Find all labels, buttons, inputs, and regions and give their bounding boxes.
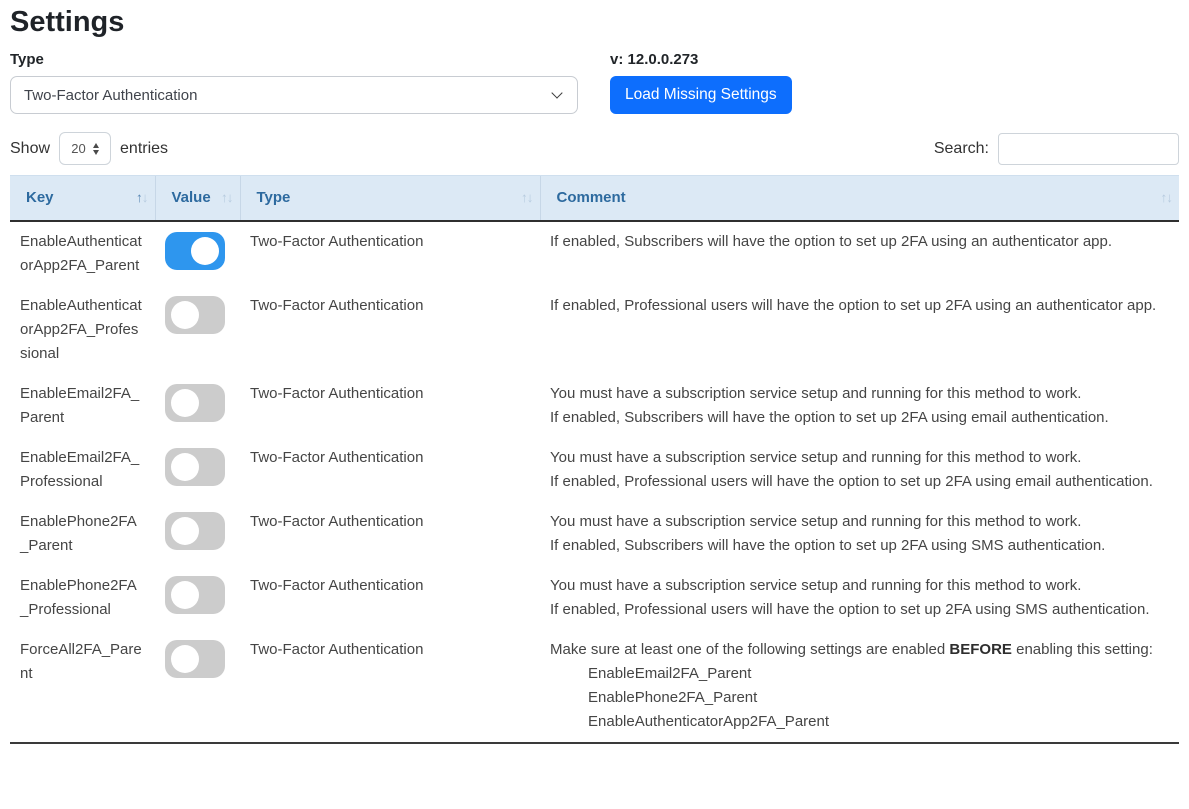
key-cell: EnableAuthenticatorApp2FA_Professional (10, 286, 155, 374)
settings-table-body: EnableAuthenticatorApp2FA_Parent Two-Fact… (10, 221, 1179, 743)
table-header-row: Key ↑↓ Value ↑↓ Type ↑↓ Comment ↑↓ (10, 176, 1179, 222)
sort-icon: ↑↓ (221, 187, 233, 209)
column-header-key[interactable]: Key ↑↓ (10, 176, 155, 222)
type-cell: Two-Factor Authentication (240, 286, 540, 374)
comment-line: You must have a subscription service set… (550, 510, 1169, 534)
value-cell (155, 286, 240, 374)
comment-cell: Make sure at least one of the following … (540, 630, 1179, 743)
column-header-comment[interactable]: Comment ↑↓ (540, 176, 1179, 222)
table-row: EnablePhone2FA_Parent Two-Factor Authenti… (10, 502, 1179, 566)
comment-line: Make sure at least one of the following … (550, 638, 1169, 662)
value-toggle[interactable] (165, 448, 225, 486)
entries-label: entries (120, 140, 168, 158)
key-cell: EnableEmail2FA_Professional (10, 438, 155, 502)
comment-line: If enabled, Professional users will have… (550, 294, 1169, 318)
filter-section: Type Two-Factor Authentication v: 12.0.0… (10, 50, 1179, 114)
key-cell: EnablePhone2FA_Professional (10, 566, 155, 630)
key-cell: ForceAll2FA_Parent (10, 630, 155, 743)
settings-table: Key ↑↓ Value ↑↓ Type ↑↓ Comment ↑↓ Enabl… (10, 175, 1179, 744)
comment-cell: If enabled, Subscribers will have the op… (540, 221, 1179, 286)
load-missing-settings-button[interactable]: Load Missing Settings (610, 76, 792, 114)
type-label: Type (10, 50, 578, 70)
comment-cell: You must have a subscription service set… (540, 438, 1179, 502)
toggle-knob-icon (171, 517, 199, 545)
type-cell: Two-Factor Authentication (240, 630, 540, 743)
stepper-down-icon (93, 150, 99, 155)
toggle-knob-icon (171, 645, 199, 673)
table-row: EnablePhone2FA_Professional Two-Factor Au… (10, 566, 1179, 630)
stepper-up-icon (93, 143, 99, 148)
value-toggle[interactable] (165, 296, 225, 334)
value-cell (155, 630, 240, 743)
settings-page: Settings Type Two-Factor Authentication … (0, 0, 1189, 744)
sort-icon: ↑↓ (136, 187, 148, 209)
entries-select[interactable]: 20 (59, 132, 111, 165)
key-cell: EnableEmail2FA_Parent (10, 374, 155, 438)
type-cell: Two-Factor Authentication (240, 438, 540, 502)
version-block: v: 12.0.0.273 Load Missing Settings (610, 50, 792, 114)
toggle-knob-icon (171, 301, 199, 329)
comment-cell: If enabled, Professional users will have… (540, 286, 1179, 374)
value-toggle[interactable] (165, 576, 225, 614)
stepper-icon (93, 143, 99, 155)
table-row: EnableEmail2FA_Professional Two-Factor Au… (10, 438, 1179, 502)
table-row: EnableAuthenticatorApp2FA_Professional Tw… (10, 286, 1179, 374)
comment-cell: You must have a subscription service set… (540, 566, 1179, 630)
toggle-knob-icon (171, 389, 199, 417)
value-toggle[interactable] (165, 384, 225, 422)
comment-cell: You must have a subscription service set… (540, 374, 1179, 438)
search-group: Search: (934, 133, 1179, 165)
value-cell (155, 566, 240, 630)
key-cell: EnablePhone2FA_Parent (10, 502, 155, 566)
table-row: EnableEmail2FA_Parent Two-Factor Authenti… (10, 374, 1179, 438)
value-toggle[interactable] (165, 640, 225, 678)
search-input[interactable] (998, 133, 1179, 165)
comment-line: EnableEmail2FA_Parent (550, 662, 1169, 686)
table-row: EnableAuthenticatorApp2FA_Parent Two-Fact… (10, 221, 1179, 286)
type-cell: Two-Factor Authentication (240, 502, 540, 566)
comment-line: If enabled, Professional users will have… (550, 470, 1169, 494)
column-header-value[interactable]: Value ↑↓ (155, 176, 240, 222)
sort-icon: ↑↓ (521, 187, 533, 209)
column-header-type[interactable]: Type ↑↓ (240, 176, 540, 222)
page-title: Settings (10, 4, 1179, 40)
search-label: Search: (934, 140, 989, 158)
comment-line: If enabled, Subscribers will have the op… (550, 534, 1169, 558)
comment-line: If enabled, Subscribers will have the op… (550, 230, 1169, 254)
value-toggle[interactable] (165, 232, 225, 270)
type-cell: Two-Factor Authentication (240, 566, 540, 630)
version-text: v: 12.0.0.273 (610, 50, 792, 70)
type-select[interactable]: Two-Factor Authentication (10, 76, 578, 114)
value-toggle[interactable] (165, 512, 225, 550)
type-select-value: Two-Factor Authentication (24, 87, 197, 104)
type-filter-block: Type Two-Factor Authentication (10, 50, 578, 114)
value-cell (155, 502, 240, 566)
comment-line: You must have a subscription service set… (550, 382, 1169, 406)
comment-line: You must have a subscription service set… (550, 574, 1169, 598)
toggle-knob-icon (171, 453, 199, 481)
comment-line: You must have a subscription service set… (550, 446, 1169, 470)
comment-line: If enabled, Subscribers will have the op… (550, 406, 1169, 430)
comment-cell: You must have a subscription service set… (540, 502, 1179, 566)
value-cell (155, 221, 240, 286)
comment-line: EnablePhone2FA_Parent (550, 686, 1169, 710)
value-cell (155, 374, 240, 438)
sort-icon: ↑↓ (1161, 187, 1173, 209)
show-entries-group: Show 20 entries (10, 132, 168, 165)
table-row: ForceAll2FA_Parent Two-Factor Authenticat… (10, 630, 1179, 743)
key-cell: EnableAuthenticatorApp2FA_Parent (10, 221, 155, 286)
type-cell: Two-Factor Authentication (240, 221, 540, 286)
value-cell (155, 438, 240, 502)
table-controls: Show 20 entries Search: (10, 132, 1179, 165)
comment-line: EnableAuthenticatorApp2FA_Parent (550, 710, 1169, 734)
show-label: Show (10, 140, 50, 158)
entries-select-value: 20 (71, 141, 85, 156)
toggle-knob-icon (191, 237, 219, 265)
toggle-knob-icon (171, 581, 199, 609)
type-cell: Two-Factor Authentication (240, 374, 540, 438)
chevron-down-icon (551, 87, 562, 98)
comment-line: If enabled, Professional users will have… (550, 598, 1169, 622)
